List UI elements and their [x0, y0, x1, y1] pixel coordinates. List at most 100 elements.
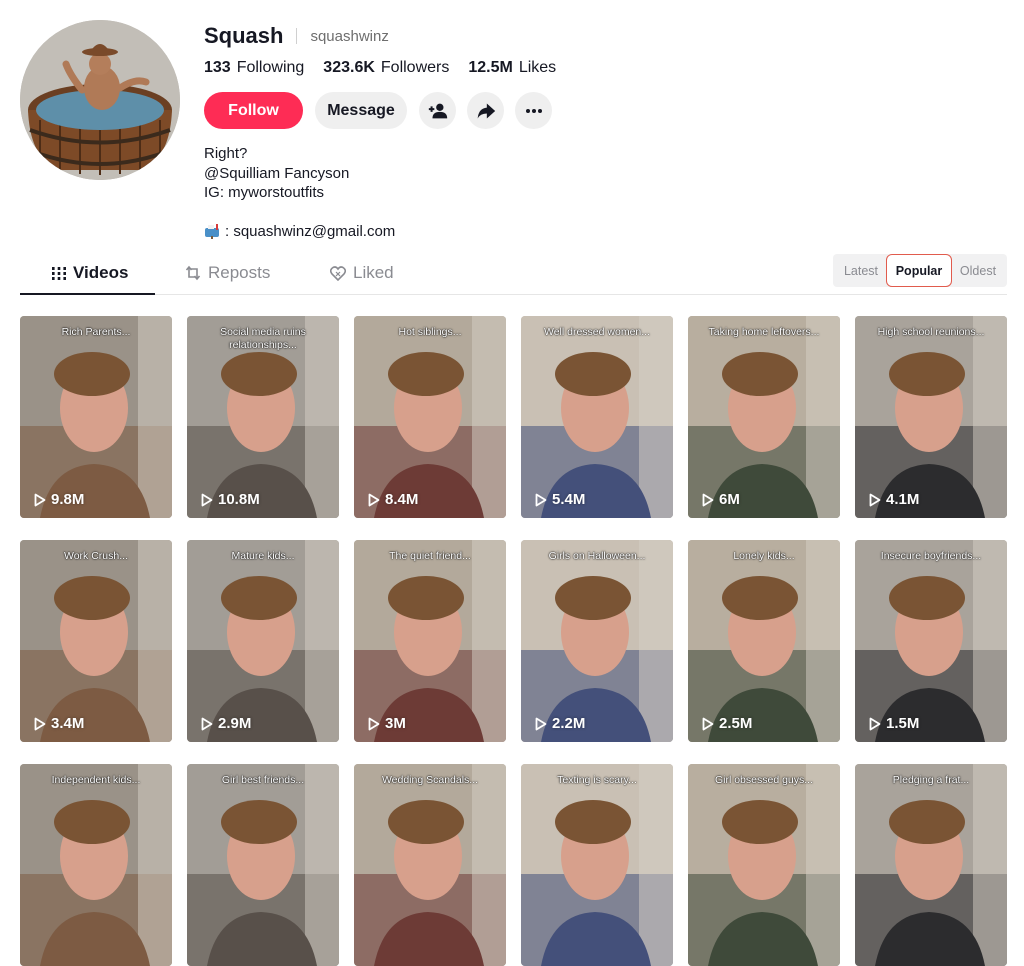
- video-card[interactable]: The quiet friend... 3M: [354, 540, 506, 742]
- video-caption: Lonely kids...: [733, 550, 795, 562]
- video-card[interactable]: Insecure boyfriends... 1.5M: [855, 540, 1007, 742]
- more-button[interactable]: [515, 92, 552, 129]
- tab-label: Reposts: [208, 263, 271, 282]
- play-icon: [702, 717, 714, 730]
- profile-bio: Right? @Squilliam Fancyson IG: myworstou…: [204, 144, 575, 241]
- play-icon: [535, 493, 547, 506]
- email-text: : squashwinz@gmail.com: [225, 222, 396, 240]
- bio-line: IG: myworstoutfits: [204, 184, 325, 201]
- mailbox-icon: [204, 223, 222, 240]
- username: squashwinz: [310, 27, 389, 45]
- video-card[interactable]: Texting is scary...: [521, 764, 673, 966]
- video-card[interactable]: Well dressed women... 5.4M: [521, 316, 673, 518]
- following-stat[interactable]: 133 Following: [204, 59, 304, 77]
- play-icon: [34, 493, 46, 506]
- video-card[interactable]: Rich Parents... 9.8M: [20, 316, 172, 518]
- follow-button[interactable]: Follow: [204, 92, 303, 129]
- video-thumbnail: [20, 316, 172, 518]
- tab-liked[interactable]: Liked: [330, 254, 394, 292]
- video-card[interactable]: Pledging a frat...: [855, 764, 1007, 966]
- video-card[interactable]: Wedding Scandals...: [354, 764, 506, 966]
- video-card[interactable]: Hot siblings... 8.4M: [354, 316, 506, 518]
- view-count: 3M: [368, 715, 406, 732]
- video-caption: Mature kids...: [231, 550, 295, 562]
- sort-latest-button[interactable]: Latest: [837, 254, 885, 287]
- video-caption: The quiet friend...: [389, 550, 471, 562]
- divider: [296, 28, 298, 44]
- play-icon: [368, 493, 380, 506]
- repost-icon: [185, 265, 201, 281]
- tab-label: Liked: [353, 263, 394, 282]
- video-caption: Work Crush...: [64, 550, 128, 562]
- tab-reposts[interactable]: Reposts: [185, 254, 270, 292]
- view-count: 3.4M: [34, 715, 84, 732]
- tab-videos[interactable]: Videos: [52, 254, 128, 292]
- followers-count: 323.6K: [323, 59, 375, 76]
- message-button[interactable]: Message: [315, 92, 407, 129]
- tab-label: Videos: [73, 263, 129, 282]
- video-thumbnail: [354, 540, 506, 742]
- view-count-text: 1.5M: [886, 715, 920, 732]
- video-card[interactable]: Taking home leftovers... 6M: [688, 316, 840, 518]
- view-count: 4.1M: [869, 491, 919, 508]
- followers-label: Followers: [380, 59, 450, 76]
- view-count: 10.8M: [201, 491, 260, 508]
- profile-actions: Follow Message: [204, 92, 575, 129]
- view-count: 2.5M: [702, 715, 752, 732]
- add-user-icon: [428, 103, 447, 118]
- active-tab-indicator: [20, 293, 155, 295]
- video-thumbnail: [855, 316, 1007, 518]
- sort-popular-button[interactable]: Popular: [886, 254, 952, 287]
- sort-oldest-button[interactable]: Oldest: [953, 254, 1003, 287]
- bio-line: Right?: [204, 145, 248, 162]
- video-card[interactable]: Girls on Halloween... 2.2M: [521, 540, 673, 742]
- play-icon: [869, 493, 881, 506]
- grid-icon: [52, 266, 66, 280]
- video-thumbnail: [855, 764, 1007, 966]
- play-icon: [201, 717, 213, 730]
- likes-label: Likes: [518, 59, 557, 76]
- view-count: 6M: [702, 491, 740, 508]
- video-caption: Taking home leftovers...: [708, 326, 820, 338]
- video-card[interactable]: Social media ruins relationships... 10.8M: [187, 316, 339, 518]
- following-label: Following: [236, 59, 305, 76]
- video-card[interactable]: Lonely kids... 2.5M: [688, 540, 840, 742]
- view-count-text: 4.1M: [886, 491, 920, 508]
- video-caption: Insecure boyfriends...: [880, 550, 982, 562]
- video-caption: Rich Parents...: [61, 326, 131, 338]
- video-card[interactable]: Girl best friends...: [187, 764, 339, 966]
- view-count-text: 2.2M: [552, 715, 586, 732]
- play-icon: [34, 717, 46, 730]
- likes-stat: 12.5M Likes: [468, 59, 556, 77]
- profile-info: Squash squashwinz 133 Following 323.6K Fol…: [204, 22, 575, 241]
- likes-count: 12.5M: [468, 59, 513, 76]
- video-caption: Girls on Halloween...: [548, 550, 646, 562]
- video-card[interactable]: High school reunions... 4.1M: [855, 316, 1007, 518]
- view-count: 2.9M: [201, 715, 251, 732]
- view-count-text: 5.4M: [552, 491, 586, 508]
- view-count-text: 3M: [385, 715, 406, 732]
- video-card[interactable]: Work Crush... 3.4M: [20, 540, 172, 742]
- play-icon: [535, 717, 547, 730]
- video-caption: High school reunions...: [877, 326, 985, 338]
- profile-avatar[interactable]: [20, 20, 180, 180]
- view-count-text: 3.4M: [51, 715, 85, 732]
- view-count-text: 10.8M: [218, 491, 260, 508]
- share-button[interactable]: [467, 92, 504, 129]
- video-card[interactable]: Girl obsessed guys...: [688, 764, 840, 966]
- view-count-text: 2.5M: [719, 715, 753, 732]
- video-thumbnail: [521, 316, 673, 518]
- more-icon: [525, 108, 542, 113]
- video-thumbnail: [521, 764, 673, 966]
- view-count: 9.8M: [34, 491, 84, 508]
- video-thumbnail: [688, 540, 840, 742]
- profile-stats: 133 Following 323.6K Followers 12.5M Likes: [204, 58, 575, 78]
- followers-stat[interactable]: 323.6K Followers: [323, 59, 449, 77]
- add-friend-button[interactable]: [419, 92, 456, 129]
- video-card[interactable]: Independent kids...: [20, 764, 172, 966]
- video-caption: Texting is scary...: [557, 774, 637, 786]
- video-thumbnail: [354, 764, 506, 966]
- view-count: 8.4M: [368, 491, 418, 508]
- video-card[interactable]: Mature kids... 2.9M: [187, 540, 339, 742]
- view-count-text: 6M: [719, 491, 740, 508]
